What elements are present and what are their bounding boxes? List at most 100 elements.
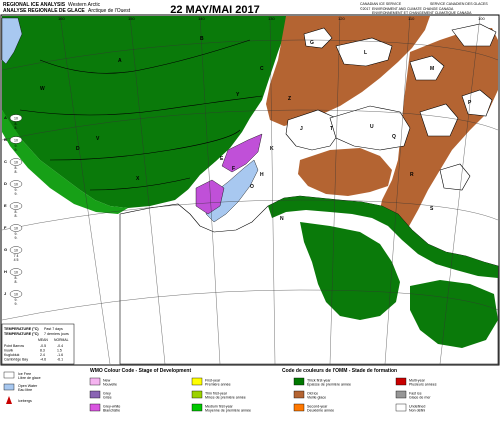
wmo-swatch — [395, 377, 407, 386]
egg-code-label: C — [4, 159, 7, 164]
region-label: W — [40, 86, 45, 92]
wmo-label-fr: Plusieurs années — [409, 383, 437, 387]
egg-code-concentration: 10 — [14, 205, 18, 209]
egg-code-concentration: 10 — [14, 249, 18, 253]
wmo-swatch — [191, 390, 203, 399]
region-label: N — [280, 216, 284, 222]
temp-mean: -4.6 — [40, 358, 46, 362]
temp-col-mean: MEAN — [38, 338, 48, 342]
egg-code-label: E — [4, 203, 7, 208]
region-label: F — [232, 166, 235, 172]
longitude-label: 120 — [338, 16, 345, 21]
ice-free-label-fr: Libre de glace — [18, 376, 41, 380]
temp-station: Point Barrow — [4, 344, 25, 348]
temp-mean: 2.4 — [40, 353, 45, 357]
region-label: Z — [288, 96, 291, 102]
egg-code-concentration: 10 — [14, 161, 18, 165]
longitude-label: 160 — [58, 16, 65, 21]
wmo-swatch — [191, 403, 203, 412]
ice-chart: REGIONAL ICE ANALYSIS Western Arctic ANA… — [0, 0, 500, 421]
open-water-label-fr: Eau libre — [18, 388, 32, 392]
region-label: G — [310, 40, 314, 46]
temp-normal: -0.4 — [57, 344, 63, 348]
egg-code-concentration: 10 — [14, 183, 18, 187]
egg-code-stage: 8. — [15, 126, 18, 130]
egg-code-stage: 9. — [15, 148, 18, 152]
ice-free-swatch — [3, 371, 15, 379]
temp-station: Cambridge Bay — [4, 358, 28, 362]
temp-mean: -0.5 — [40, 344, 46, 348]
agency-fr: SERVICE CANADIEN DES GLACES — [430, 2, 488, 6]
egg-code-stage: 9. — [15, 192, 18, 196]
egg-code-concentration: 10 — [14, 293, 18, 297]
wmo-swatch — [293, 377, 305, 386]
wmo-swatch — [89, 377, 101, 386]
longitude-label: 140 — [198, 16, 205, 21]
region-label: A — [118, 58, 122, 64]
chart-date: 22 MAY/MAI 2017 — [170, 4, 259, 16]
region-label: K — [270, 146, 274, 152]
egg-code-concentration: 10 — [14, 271, 18, 275]
temp-period-en: Past 7 days — [44, 327, 63, 331]
open-water-swatch — [3, 383, 15, 391]
title-line-fr: ANALYSE REGIONALE DE GLACE — [3, 8, 85, 14]
icebergs-label: Icebergs — [18, 399, 32, 403]
region-label: D — [76, 146, 80, 152]
egg-code-stage: 8. — [15, 214, 18, 218]
region-label: O — [250, 184, 254, 190]
temp-normal: 1.5 — [57, 349, 62, 353]
agency-en: CANADIAN ICE SERVICE — [360, 2, 402, 6]
region-label: J — [300, 126, 303, 132]
longitude-label: 100 — [478, 16, 485, 21]
egg-code-concentration: 10 — [14, 227, 18, 231]
region-label: L — [364, 50, 367, 56]
region-label: H — [260, 172, 264, 178]
wmo-swatch — [395, 390, 407, 399]
egg-code-stage: 8. — [15, 280, 18, 284]
wmo-label-fr: Glace de mer — [409, 396, 431, 400]
temp-normal: -6.1 — [57, 358, 63, 362]
wmo-label-fr: Première année — [205, 383, 231, 387]
region-fr: Arctique de l'Ouest — [88, 8, 131, 14]
wmo-label-fr: Épaisse de première année — [307, 382, 351, 387]
copyright: ©2017 — [360, 7, 370, 11]
wmo-label-fr: Nouvelle — [103, 383, 117, 387]
region-label: T — [330, 126, 333, 132]
temp-period-fr: 7 derniers jours — [44, 332, 69, 336]
egg-code-label: D — [4, 181, 7, 186]
egg-code-label: H — [4, 269, 7, 274]
egg-code-label: A — [4, 115, 7, 120]
temp-title-fr: TEMPERATURE (°C) — [4, 332, 39, 336]
region-label: B — [200, 36, 204, 42]
egg-code-stage: 9. — [15, 236, 18, 240]
wmo-label-fr: Vieille glace — [307, 396, 326, 400]
wmo-legend-title-en: WMO Colour Code - Stage of Development — [90, 368, 191, 374]
egg-code-stage: 4 5 — [14, 258, 19, 262]
region-label: Q — [392, 134, 396, 140]
temp-title-en: TEMPERATURE (°C) — [4, 327, 39, 331]
region-label: R — [410, 172, 414, 178]
wmo-label-fr: Moyenne de première année — [205, 409, 251, 413]
region-label: U — [370, 124, 374, 130]
env-fr: ENVIRONNEMENT ET CHANGEMENT CLIMATIQUE C… — [372, 11, 472, 15]
wmo-swatch — [89, 390, 101, 399]
wmo-swatch — [293, 390, 305, 399]
temp-station: Inuvik — [4, 349, 13, 353]
wmo-label-fr: Blanchâtre — [103, 409, 120, 413]
egg-code-stage: 8. — [15, 170, 18, 174]
wmo-label-fr: Mince de première année — [205, 396, 246, 400]
longitude-label: 130 — [268, 16, 275, 21]
egg-code-concentration: 10 — [14, 139, 18, 143]
longitude-label: 150 — [128, 16, 135, 21]
temp-normal: -1.6 — [57, 353, 63, 357]
temp-station: Kugluktuk — [4, 353, 20, 357]
wmo-label-fr: Deuxième année — [307, 409, 334, 413]
ice-map-svg: REGIONAL ICE ANALYSIS Western Arctic ANA… — [0, 0, 500, 421]
egg-code-stage: 9. — [15, 302, 18, 306]
temp-mean: 8.3 — [40, 349, 45, 353]
egg-code-label: G — [4, 247, 7, 252]
longitude-label: 110 — [408, 16, 415, 21]
wmo-label-fr: Grise — [103, 396, 112, 400]
wmo-swatch — [395, 403, 407, 412]
wmo-legend-title-fr: Code de couleurs de l'OMM - Stade de for… — [282, 368, 397, 374]
